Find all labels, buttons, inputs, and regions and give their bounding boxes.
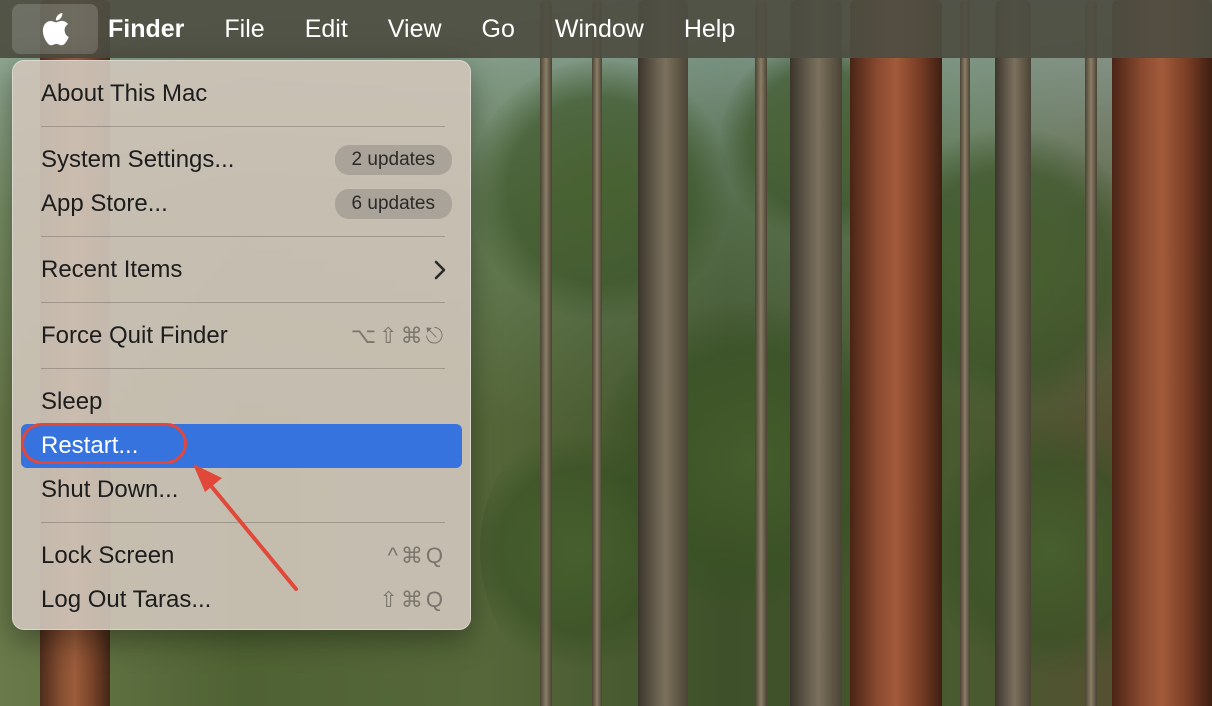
menu-separator	[41, 236, 445, 237]
menu-item-label: About This Mac	[41, 80, 208, 107]
menubar-file[interactable]: File	[204, 0, 284, 58]
menubar-window[interactable]: Window	[535, 0, 664, 58]
desktop-screen: Finder File Edit View Go Window Help Abo…	[0, 0, 1212, 706]
menubar-edit[interactable]: Edit	[285, 0, 368, 58]
menu-item-shut-down[interactable]: Shut Down...	[21, 468, 462, 512]
annotation-highlight-oval	[21, 423, 187, 464]
menu-item-label: Force Quit Finder	[41, 322, 228, 349]
menu-item-force-quit-finder[interactable]: Force Quit Finder ⌥⇧⌘⎋	[21, 314, 462, 358]
update-badge: 2 updates	[334, 145, 452, 175]
menu-item-recent-items[interactable]: Recent Items	[21, 248, 462, 292]
menu-separator	[41, 302, 445, 303]
menu-item-label: System Settings...	[41, 146, 235, 173]
menu-item-system-settings[interactable]: System Settings... 2 updates	[21, 138, 462, 182]
menubar-finder[interactable]: Finder	[98, 0, 204, 58]
menu-item-label: App Store...	[41, 190, 168, 217]
menu-separator	[41, 126, 445, 127]
keyboard-shortcut: ⌥⇧⌘⎋	[350, 323, 446, 348]
chevron-right-icon	[434, 260, 446, 280]
keyboard-shortcut: ^⌘Q	[387, 543, 446, 568]
menu-item-label: Lock Screen	[41, 542, 175, 569]
update-badge: 6 updates	[334, 189, 452, 219]
apple-menu-dropdown: About This Mac System Settings... 2 upda…	[12, 60, 471, 630]
menu-item-log-out[interactable]: Log Out Taras... ⇧⌘Q	[21, 578, 462, 622]
menubar-go[interactable]: Go	[462, 0, 535, 58]
menu-item-app-store[interactable]: App Store... 6 updates	[21, 182, 462, 226]
keyboard-shortcut: ⇧⌘Q	[379, 587, 446, 612]
menu-item-lock-screen[interactable]: Lock Screen ^⌘Q	[21, 534, 462, 578]
menu-item-about-this-mac[interactable]: About This Mac	[21, 72, 462, 116]
menu-bar: Finder File Edit View Go Window Help	[0, 0, 1212, 58]
menu-item-label: Recent Items	[41, 256, 183, 283]
menubar-view[interactable]: View	[368, 0, 462, 58]
menu-item-sleep[interactable]: Sleep	[21, 380, 462, 424]
apple-logo-icon	[42, 13, 69, 46]
menubar-help[interactable]: Help	[664, 0, 755, 58]
menu-separator	[41, 368, 445, 369]
menu-item-label: Log Out Taras...	[41, 586, 212, 613]
menu-item-label: Sleep	[41, 388, 103, 415]
menu-item-label: Shut Down...	[41, 476, 179, 503]
apple-menu-button[interactable]	[12, 4, 98, 54]
menu-separator	[41, 522, 445, 523]
